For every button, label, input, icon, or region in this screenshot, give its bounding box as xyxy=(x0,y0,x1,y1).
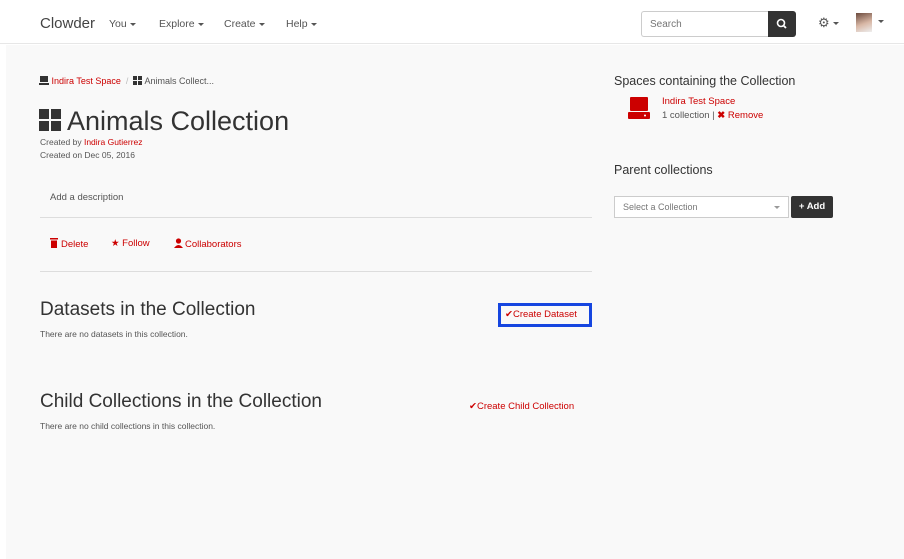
space-meta: 1 collection | ✖ Remove xyxy=(662,110,763,121)
nav-create-label: Create xyxy=(224,18,256,30)
chevron-down-icon xyxy=(258,22,265,26)
gear-icon: ⚙ xyxy=(818,15,830,30)
space-icon xyxy=(39,76,49,85)
star-icon: ★ xyxy=(111,238,120,249)
created-by-label: Created by xyxy=(40,137,84,147)
spaces-heading: Spaces containing the Collection xyxy=(614,74,796,88)
highlight-box xyxy=(498,303,592,327)
divider xyxy=(40,217,592,218)
brand-logo[interactable]: Clowder xyxy=(40,15,95,32)
collection-grid-icon xyxy=(39,109,61,131)
breadcrumb-current: Animals Collect... xyxy=(144,76,214,86)
chevron-down-icon xyxy=(310,22,317,26)
nav-create-menu[interactable]: Create xyxy=(224,18,265,30)
chevron-down-icon xyxy=(197,22,204,26)
creator-link[interactable]: Indira Gutierrez xyxy=(84,137,143,147)
collaborators-label: Collaborators xyxy=(185,239,242,250)
add-parent-button[interactable]: + Add xyxy=(791,196,833,218)
nav-you-label: You xyxy=(109,18,127,30)
follow-label: Follow xyxy=(122,238,150,249)
search-button[interactable] xyxy=(768,11,796,37)
collaborators-button[interactable]: Collaborators xyxy=(174,238,242,250)
nav-explore-menu[interactable]: Explore xyxy=(159,18,204,30)
plus-icon: + xyxy=(798,201,805,212)
breadcrumb: Indira Test Space / Animals Collect... xyxy=(39,76,214,86)
delete-label: Delete xyxy=(61,239,89,250)
search-input[interactable] xyxy=(641,11,768,37)
chevron-down-icon xyxy=(832,22,839,26)
chevron-down-icon[interactable] xyxy=(878,20,884,23)
child-collections-empty-text: There are no child collections in this c… xyxy=(40,421,216,431)
chevron-down-icon xyxy=(774,206,780,209)
space-link[interactable]: Indira Test Space xyxy=(662,96,735,107)
parent-collection-select[interactable]: Select a Collection xyxy=(614,196,789,218)
collection-grid-icon xyxy=(133,76,143,85)
checkmark-icon: ✔ xyxy=(469,401,477,412)
search-icon xyxy=(776,18,787,29)
add-description[interactable]: Add a description xyxy=(50,192,123,203)
nav-help-menu[interactable]: Help xyxy=(286,18,317,30)
collection-title[interactable]: Animals Collection xyxy=(67,106,289,136)
nav-help-label: Help xyxy=(286,18,308,30)
close-icon: ✖ xyxy=(717,110,726,121)
nav-you-menu[interactable]: You xyxy=(109,18,136,30)
breadcrumb-space-link[interactable]: Indira Test Space xyxy=(52,76,121,86)
datasets-empty-text: There are no datasets in this collection… xyxy=(40,329,188,339)
create-child-collection-label: Create Child Collection xyxy=(476,401,575,412)
space-drive-icon xyxy=(628,97,650,119)
user-icon xyxy=(174,238,183,248)
parent-collections-heading: Parent collections xyxy=(614,163,713,177)
remove-label: Remove xyxy=(727,110,764,121)
page-title: Animals Collection xyxy=(39,106,289,137)
top-navbar: Clowder You Explore Create Help ⚙ xyxy=(0,0,904,44)
datasets-heading: Datasets in the Collection xyxy=(40,299,256,320)
select-placeholder: Select a Collection xyxy=(623,202,698,212)
trash-icon xyxy=(50,238,58,248)
breadcrumb-separator: / xyxy=(125,76,129,86)
child-collections-heading: Child Collections in the Collection xyxy=(40,391,322,412)
divider xyxy=(40,271,592,272)
delete-button[interactable]: Delete xyxy=(50,238,88,250)
space-count: 1 collection | xyxy=(662,110,715,121)
add-label: Add xyxy=(806,201,826,212)
follow-button[interactable]: ★ Follow xyxy=(111,238,150,249)
chevron-down-icon xyxy=(129,22,136,26)
user-avatar[interactable] xyxy=(856,13,872,32)
nav-explore-label: Explore xyxy=(159,18,195,30)
settings-menu[interactable]: ⚙ xyxy=(818,15,839,31)
create-child-collection-button[interactable]: ✔Create Child Collection xyxy=(469,401,574,412)
remove-button[interactable]: ✖ Remove xyxy=(717,110,763,121)
created-on: Created on Dec 05, 2016 xyxy=(40,150,135,160)
created-by: Created by Indira Gutierrez xyxy=(40,137,143,147)
